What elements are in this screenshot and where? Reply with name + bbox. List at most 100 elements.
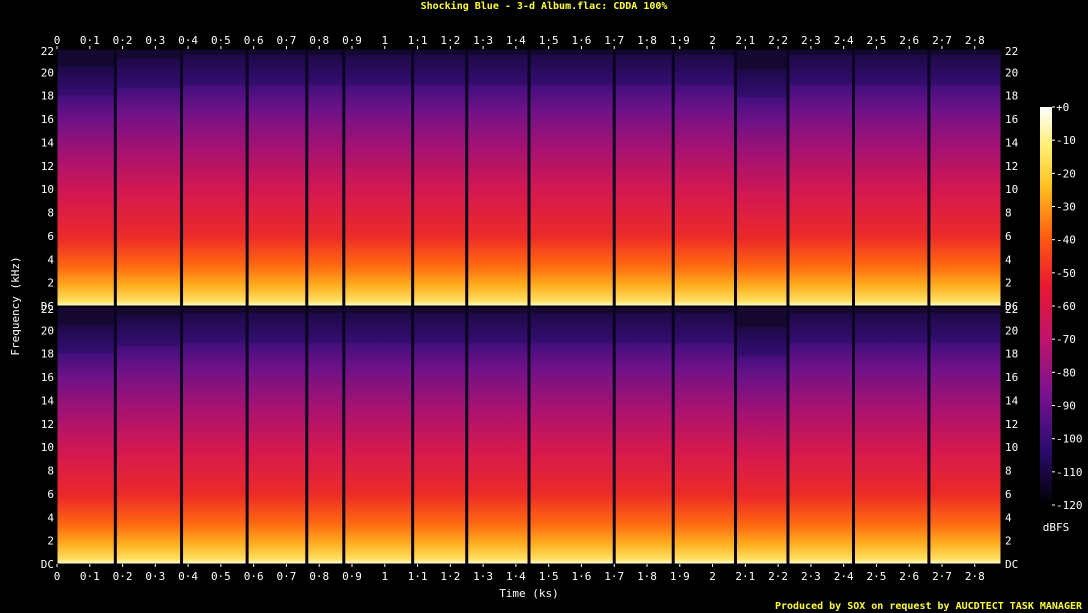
x-tick-label-top: 0	[54, 34, 61, 47]
y-tick-label-right: 14	[1005, 136, 1019, 149]
y-tick-label-right: 16	[1005, 371, 1018, 384]
y-tick-label-left: 22	[41, 303, 54, 316]
track-gap	[734, 307, 737, 564]
footer-credit: Produced by SOX on request by AUCDTECT T…	[774, 601, 1082, 612]
x-tick-label-bottom: 0·5	[211, 570, 231, 583]
track-8-spectrum	[466, 54, 529, 306]
track-gap	[852, 307, 855, 564]
x-tick-label-top: 1·2	[440, 34, 460, 47]
x-tick-label-bottom: 0·3	[145, 570, 165, 583]
track-11-cutoff-shade	[673, 312, 736, 343]
x-tick-label-top: 0·5	[211, 34, 231, 47]
y-tick-label-right: 10	[1005, 441, 1018, 454]
colorbar-tick-label: +0	[1056, 101, 1069, 114]
x-tick-label-bottom: 0·4	[178, 570, 198, 583]
y-tick-label-left: 8	[47, 465, 54, 478]
y-tick-label-left: 10	[41, 441, 54, 454]
track-12-spectrum	[735, 68, 788, 306]
track-gap	[786, 307, 790, 564]
y-tick-label-left: 22	[41, 45, 54, 58]
y-tick-label-left: 6	[47, 230, 54, 243]
track-6-spectrum	[343, 54, 413, 306]
x-tick-label-top: 2·5	[867, 34, 887, 47]
y-tick-label-right: 12	[1005, 160, 1018, 173]
track-13-cutoff-shade	[787, 54, 854, 85]
x-tick-label-top: 0·7	[277, 34, 297, 47]
x-tick-label-top: 1·1	[408, 34, 428, 47]
track-11-spectrum	[673, 312, 736, 564]
track-gap	[612, 307, 616, 564]
y-tick-label-right: DC	[1005, 558, 1018, 571]
x-tick-label-bottom: 1·6	[572, 570, 592, 583]
y-tick-label-left: 14	[41, 136, 55, 149]
track-11-spectrum	[673, 54, 736, 306]
x-tick-label-bottom: 1	[381, 570, 388, 583]
track-3-cutoff-shade	[181, 312, 248, 343]
y-tick-label-right: 22	[1005, 45, 1018, 58]
track-5-cutoff-shade	[306, 54, 344, 85]
y-tick-label-left: 2	[47, 535, 54, 548]
track-9-cutoff-shade	[529, 312, 615, 343]
track-15-spectrum	[928, 312, 1001, 564]
colorbar-tick-label: -120	[1056, 499, 1083, 512]
colorbar	[1040, 107, 1052, 505]
track-gap	[927, 307, 931, 564]
x-tick-label-bottom: 2·2	[768, 570, 788, 583]
x-tick-label-bottom: 0	[54, 570, 61, 583]
track-gap	[180, 307, 184, 564]
track-7-cutoff-shade	[412, 54, 467, 85]
x-tick-label-bottom: 0·9	[342, 570, 362, 583]
y-tick-label-left: 14	[41, 394, 55, 407]
track-12-cutoff-shade	[735, 326, 788, 356]
track-10-spectrum	[614, 54, 674, 306]
y-tick-label-right: 8	[1005, 465, 1012, 478]
colorbar-tick-label: -20	[1056, 167, 1076, 180]
track-1-spectrum	[57, 324, 116, 564]
x-tick-label-top: 2	[709, 34, 716, 47]
track-14-spectrum	[853, 312, 929, 564]
track-13-spectrum	[787, 54, 854, 306]
track-gap	[465, 307, 469, 564]
track-gap	[527, 49, 531, 306]
y-tick-label-right: 18	[1005, 90, 1018, 103]
x-tick-label-top: 0·4	[178, 34, 198, 47]
track-gap	[612, 49, 616, 306]
y-tick-label-right: 6	[1005, 488, 1012, 501]
colorbar-tick-label: -10	[1056, 134, 1076, 147]
track-gap	[305, 307, 309, 564]
y-tick-label-left: 10	[41, 183, 54, 196]
colorbar-tick-label: -50	[1056, 267, 1076, 280]
y-tick-label-right: 20	[1005, 324, 1018, 337]
y-tick-label-right: 4	[1005, 253, 1012, 266]
track-gap	[734, 49, 737, 306]
x-tick-label-bottom: 2·8	[965, 570, 985, 583]
track-gap	[113, 307, 117, 564]
y-tick-label-left: 20	[41, 66, 54, 79]
y-tick-label-left: 16	[41, 371, 54, 384]
x-tick-label-top: 1·4	[506, 34, 526, 47]
track-gap	[671, 49, 675, 306]
track-10-spectrum	[614, 312, 674, 564]
colorbar-tick-label: -60	[1056, 300, 1076, 313]
colorbar-tick-label: -30	[1056, 201, 1076, 214]
x-tick-label-bottom: 0·2	[113, 570, 133, 583]
y-tick-label-left: 16	[41, 113, 54, 126]
y-tick-label-right: 22	[1005, 303, 1018, 316]
track-gap	[180, 49, 184, 306]
track-2-cutoff-shade	[115, 58, 182, 89]
y-tick-label-right: 8	[1005, 207, 1012, 220]
y-axis-label: Frequency (kHz)	[9, 256, 22, 355]
x-tick-label-top: 0·3	[145, 34, 165, 47]
y-tick-label-left: 4	[47, 253, 54, 266]
y-tick-label-right: 2	[1005, 277, 1012, 290]
y-tick-label-left: 8	[47, 207, 54, 220]
x-tick-label-top: 2·3	[801, 34, 821, 47]
x-tick-label-top: 2·4	[834, 34, 854, 47]
y-tick-label-right: 6	[1005, 230, 1012, 243]
colorbar-tick-label: -80	[1056, 366, 1076, 379]
track-9-spectrum	[529, 54, 615, 306]
track-gap	[305, 49, 309, 306]
x-tick-label-bottom: 1·9	[670, 570, 690, 583]
x-tick-label-bottom: 1·3	[473, 570, 493, 583]
x-tick-label-top: 2·8	[965, 34, 985, 47]
